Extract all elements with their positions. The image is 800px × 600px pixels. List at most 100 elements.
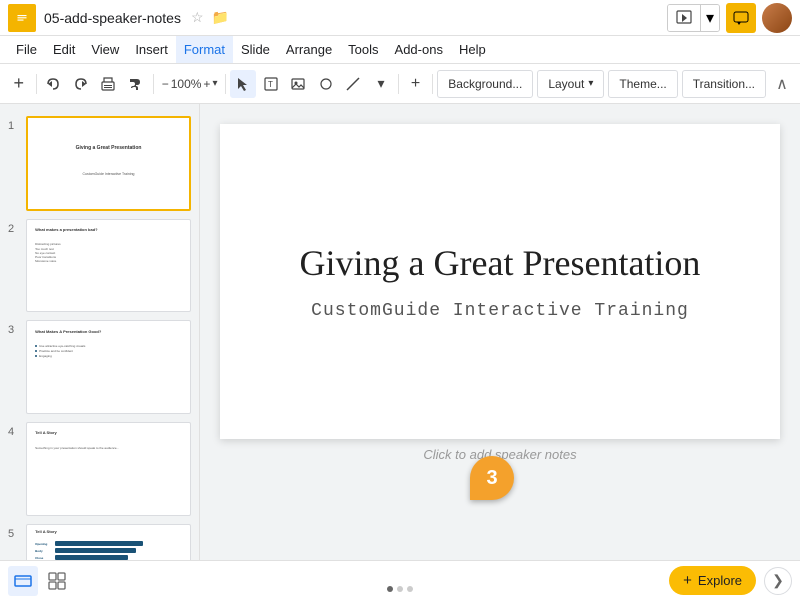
paint-format-button[interactable] xyxy=(123,70,149,98)
slide2-thumb-title: What makes a presentation bad? xyxy=(35,227,97,232)
toolbar: + − 100% + ▾ T ▾ + Background... xyxy=(0,64,800,104)
menu-arrange[interactable]: Arrange xyxy=(278,36,340,63)
slide-thumb-1: Giving a Great Presentation CustomGuide … xyxy=(26,116,191,211)
layout-arrow: ▾ xyxy=(588,78,593,89)
slide-num-5: 5 xyxy=(8,524,20,540)
menu-help[interactable]: Help xyxy=(451,36,494,63)
canvas-area: Giving a Great Presentation CustomGuide … xyxy=(200,104,800,560)
slide-num-2: 2 xyxy=(8,219,20,235)
slide-num-3: 3 xyxy=(8,320,20,336)
image-tool-button[interactable] xyxy=(286,70,312,98)
top-right-controls: ▾ xyxy=(667,3,792,33)
menu-addons[interactable]: Add-ons xyxy=(387,36,451,63)
slide-item-3[interactable]: 3 What Makes A Presentation Good? Use at… xyxy=(0,316,199,418)
slide-dots xyxy=(387,586,413,592)
slide-canvas[interactable]: Giving a Great Presentation CustomGuide … xyxy=(220,124,780,439)
more-tools-button[interactable]: ▾ xyxy=(368,70,394,98)
svg-text:T: T xyxy=(268,80,273,89)
shape-tool-button[interactable] xyxy=(313,70,339,98)
slide-item-1[interactable]: 1 Giving a Great Presentation CustomGuid… xyxy=(0,112,199,215)
select-tool-button[interactable] xyxy=(230,70,256,98)
menu-slide[interactable]: Slide xyxy=(233,36,278,63)
star-icon[interactable]: ☆ xyxy=(191,9,204,26)
title-bar: 05-add-speaker-notes ☆ 📁 ▾ xyxy=(0,0,800,36)
slide-view-button[interactable] xyxy=(8,566,38,596)
slide-subtitle: CustomGuide Interactive Training xyxy=(311,301,689,321)
menu-edit[interactable]: Edit xyxy=(45,36,83,63)
menu-insert[interactable]: Insert xyxy=(127,36,176,63)
redo-button[interactable] xyxy=(68,70,94,98)
slide5-thumb-rows: Opening Body Close xyxy=(35,541,182,560)
user-avatar[interactable] xyxy=(762,3,792,33)
slide-panel: 1 Giving a Great Presentation CustomGuid… xyxy=(0,104,200,560)
slideshow-dropdown[interactable]: ▾ xyxy=(700,5,719,31)
zoom-level: 100% xyxy=(171,77,202,91)
slide1-thumb-subtitle: CustomGuide Interactive Training xyxy=(83,172,135,176)
toolbar-separator-3 xyxy=(225,74,226,94)
theme-label: Theme... xyxy=(619,77,666,91)
explore-button[interactable]: + Explore xyxy=(669,566,756,595)
theme-button[interactable]: Theme... xyxy=(608,70,677,98)
menu-view[interactable]: View xyxy=(83,36,127,63)
toolbar-separator-4 xyxy=(398,74,399,94)
slide-thumb-2: What makes a presentation bad? Distracti… xyxy=(26,219,191,313)
line-tool-button[interactable] xyxy=(341,70,367,98)
callout-bubble: 3 xyxy=(470,456,514,500)
slide4-thumb-title: Tell A Story xyxy=(35,430,57,435)
slide-item-4[interactable]: 4 Tell A Story Something in your present… xyxy=(0,418,199,520)
grid-view-button[interactable] xyxy=(42,566,72,596)
undo-button[interactable] xyxy=(40,70,66,98)
zoom-dropdown-icon[interactable]: ▾ xyxy=(212,78,217,89)
add-slide-button[interactable]: + xyxy=(6,70,32,98)
transition-label: Transition... xyxy=(693,77,755,91)
print-button[interactable] xyxy=(96,70,122,98)
toolbar-separator-5 xyxy=(432,74,433,94)
title-icons: ☆ 📁 xyxy=(187,9,229,26)
main-content: 1 Giving a Great Presentation CustomGuid… xyxy=(0,104,800,560)
slide-thumb-5: Tell A Story Opening Body Close xyxy=(26,524,191,560)
slide-main-title: Giving a Great Presentation xyxy=(300,242,701,285)
background-button[interactable]: Background... xyxy=(437,70,533,98)
dot-3 xyxy=(407,586,413,592)
slide3-thumb-title: What Makes A Presentation Good? xyxy=(35,329,101,334)
slide5-thumb-title: Tell A Story xyxy=(35,529,57,534)
slide-thumb-4: Tell A Story Something in your presentat… xyxy=(26,422,191,516)
toolbar-separator-2 xyxy=(153,74,154,94)
comments-button[interactable] xyxy=(726,3,756,33)
slide2-thumb-content: Distracting picturesToo much textNo eye … xyxy=(35,242,61,263)
menu-file[interactable]: File xyxy=(8,36,45,63)
transition-button[interactable]: Transition... xyxy=(682,70,766,98)
menu-tools[interactable]: Tools xyxy=(340,36,386,63)
slide4-thumb-content: Something in your presentation should sp… xyxy=(35,446,119,450)
callout-number: 3 xyxy=(470,456,514,500)
slide-item-2[interactable]: 2 What makes a presentation bad? Distrac… xyxy=(0,215,199,317)
right-panel-collapse-button[interactable]: ❯ xyxy=(764,567,792,595)
doc-title[interactable]: 05-add-speaker-notes xyxy=(44,10,181,26)
zoom-in-icon: + xyxy=(203,77,210,91)
zoom-out-icon: − xyxy=(162,77,169,91)
slideshow-main xyxy=(668,5,700,31)
layout-button[interactable]: Layout ▾ xyxy=(537,70,604,98)
explore-label: Explore xyxy=(698,573,742,588)
insert-comment-button[interactable]: + xyxy=(403,70,429,98)
layout-label: Layout xyxy=(548,77,584,91)
slide-num-4: 4 xyxy=(8,422,20,438)
slide-item-5[interactable]: 5 Tell A Story Opening Body xyxy=(0,520,199,560)
bottom-bar: + Explore ❯ xyxy=(0,560,800,600)
toolbar-collapse-button[interactable]: ∧ xyxy=(770,72,794,96)
textbox-tool-button[interactable]: T xyxy=(258,70,284,98)
slideshow-button[interactable]: ▾ xyxy=(667,4,720,32)
folder-icon[interactable]: 📁 xyxy=(212,9,229,26)
dot-2 xyxy=(397,586,403,592)
dot-1 xyxy=(387,586,393,592)
explore-plus-icon: + xyxy=(683,572,692,589)
background-label: Background... xyxy=(448,77,522,91)
slide-thumb-3: What Makes A Presentation Good? Use attr… xyxy=(26,320,191,414)
menu-format[interactable]: Format xyxy=(176,36,233,63)
toolbar-separator-1 xyxy=(36,74,37,94)
slide3-thumb-bullets: Use attractive eye-catching visuals Prac… xyxy=(35,344,85,359)
menu-bar: File Edit View Insert Format Slide Arran… xyxy=(0,36,800,64)
zoom-control[interactable]: − 100% + ▾ xyxy=(158,77,222,91)
slide1-thumb-title: Giving a Great Presentation xyxy=(76,145,142,151)
toolbar-slide-options: Background... Layout ▾ Theme... Transiti… xyxy=(437,70,794,98)
